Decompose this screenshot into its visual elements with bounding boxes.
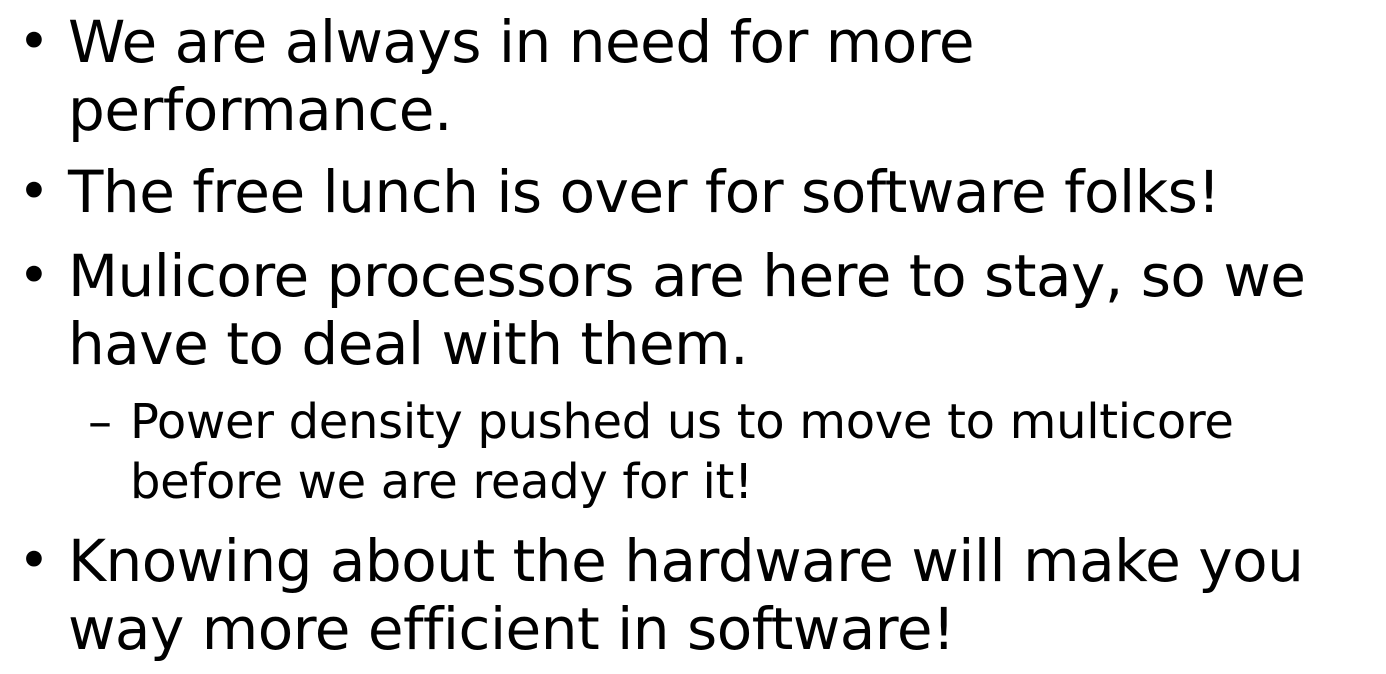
bullet-text: We are always in need for more performan… [68,8,1368,144]
bullet-marker: • [18,10,50,73]
bullet-line: Mulicore processors are here to stay, so… [68,242,1306,310]
bullet-line: have to deal with them. [68,310,749,378]
bullet-marker: • [18,244,50,307]
bullet-line: We are always in need for more [68,8,975,76]
bullet-line: performance. [68,76,452,144]
bullet-marker: • [18,529,50,592]
bullet-line: Knowing about the hardware will make you [68,527,1304,595]
bullet-line: The free lunch is over for software folk… [68,158,1221,226]
sub-bullet-marker: – [88,394,112,450]
bullet-line: way more efficient in software! [68,595,955,663]
sub-bullet-text: Power density pushed us to move to multi… [130,392,1370,512]
bullet-text: Knowing about the hardware will make you… [68,527,1368,663]
sub-bullet-line: Power density pushed us to move to multi… [130,394,1234,450]
bullet-text: Mulicore processors are here to stay, so… [68,242,1368,378]
bullet-marker: • [18,160,50,223]
slide: • We are always in need for more perform… [0,0,1386,674]
sub-bullet-line: before we are ready for it! [130,454,753,510]
bullet-text: The free lunch is over for software folk… [68,158,1368,226]
